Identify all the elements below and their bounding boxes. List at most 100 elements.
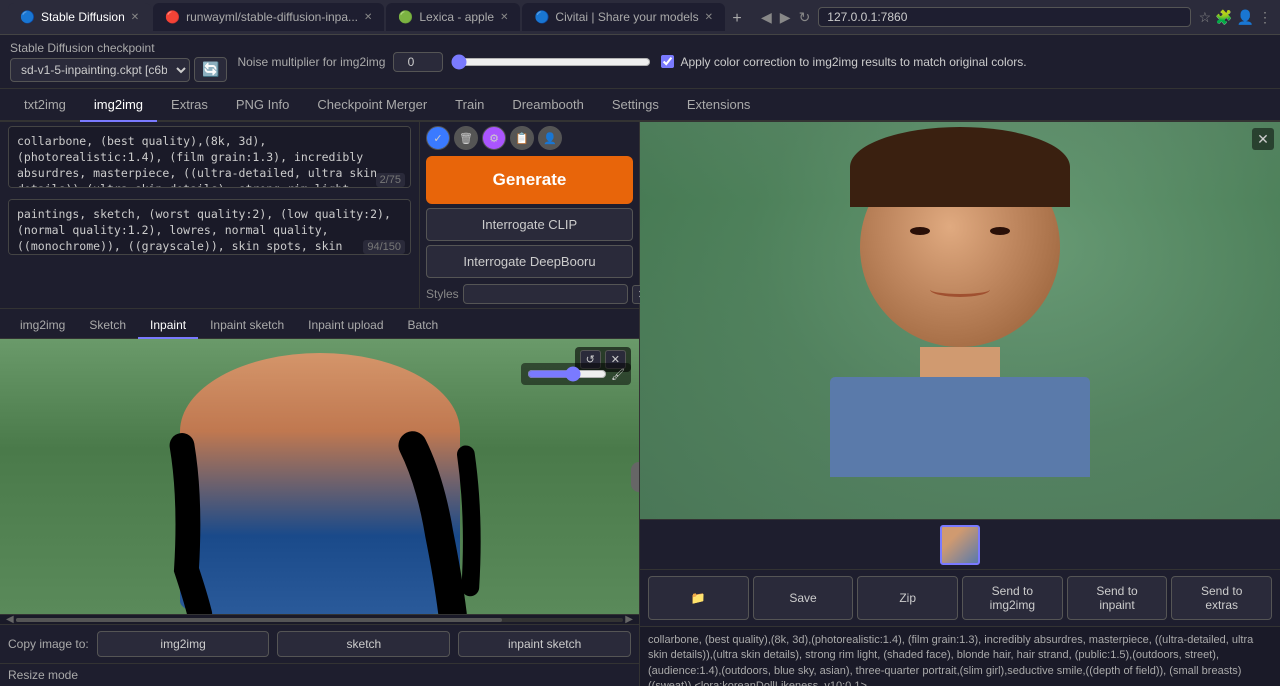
send-to-extras-button[interactable]: Send to extras bbox=[1171, 576, 1272, 620]
canvas-scrollbar: ◀ ▶ bbox=[0, 614, 639, 624]
image-tab-inpaint-upload[interactable]: Inpaint upload bbox=[296, 313, 395, 339]
zip-button[interactable]: Zip bbox=[857, 576, 958, 620]
tab-close-icon[interactable]: ✕ bbox=[131, 12, 139, 23]
send-to-extras-label: Send to extras bbox=[1184, 584, 1259, 612]
tab-civitai[interactable]: 🔵 Civitai | Share your models ✕ bbox=[522, 3, 725, 31]
style-icon-3[interactable]: ⚙ bbox=[482, 126, 506, 150]
tab-favicon-2: 🔴 bbox=[165, 10, 180, 24]
top-bar: Stable Diffusion checkpoint sd-v1-5-inpa… bbox=[0, 35, 1280, 89]
tab-favicon-3: 🟢 bbox=[398, 10, 413, 24]
tab-label: Stable Diffusion bbox=[41, 10, 125, 24]
style-icon-1[interactable]: ✓ bbox=[426, 126, 450, 150]
output-image-container: ✕ bbox=[640, 122, 1280, 519]
prompts-column: collarbone, (best quality),(8k, 3d),(pho… bbox=[0, 122, 419, 308]
brush-slider-container: 🖌 bbox=[521, 363, 631, 385]
color-correction-label: Apply color correction to img2img result… bbox=[680, 55, 1026, 69]
tab-bar: 🔵 Stable Diffusion ✕ 🔴 runwayml/stable-d… bbox=[8, 3, 747, 31]
color-correction-section: Apply color correction to img2img result… bbox=[661, 55, 1026, 69]
copy-to-sketch-button[interactable]: sketch bbox=[277, 631, 450, 657]
profile-icon[interactable]: 👤 bbox=[1237, 9, 1254, 26]
back-button[interactable]: ◀ bbox=[761, 9, 772, 26]
image-tab-batch[interactable]: Batch bbox=[396, 313, 451, 339]
resize-mode-section: Resize mode bbox=[0, 663, 639, 686]
tab-dreambooth[interactable]: Dreambooth bbox=[498, 89, 598, 122]
new-tab-button[interactable]: + bbox=[727, 7, 747, 31]
panel-resize-handle[interactable] bbox=[631, 462, 639, 492]
noise-label: Noise multiplier for img2img bbox=[237, 55, 385, 69]
tab-label-3: Lexica - apple bbox=[419, 10, 494, 24]
tab-checkpoint-merger[interactable]: Checkpoint Merger bbox=[303, 89, 441, 122]
prompt-generate-area: collarbone, (best quality),(8k, 3d),(pho… bbox=[0, 122, 639, 309]
tab-favicon: 🔵 bbox=[20, 10, 35, 24]
noise-input[interactable] bbox=[393, 52, 443, 72]
image-tab-nav: img2img Sketch Inpaint Inpaint sketch In… bbox=[0, 309, 639, 339]
tab-stable-diffusion[interactable]: 🔵 Stable Diffusion ✕ bbox=[8, 3, 151, 31]
tab-label-2: runwayml/stable-diffusion-inpa... bbox=[186, 10, 358, 24]
folder-icon: 📁 bbox=[691, 591, 706, 605]
thumbnail-strip bbox=[640, 519, 1280, 569]
send-to-img2img-button[interactable]: Send to img2img bbox=[962, 576, 1063, 620]
extensions-icon[interactable]: 🧩 bbox=[1215, 9, 1232, 26]
negative-prompt-counter: 94/150 bbox=[363, 240, 405, 254]
interrogate-deepbooru-button[interactable]: Interrogate DeepBooru bbox=[426, 245, 633, 278]
styles-label: Styles bbox=[426, 287, 459, 301]
menu-icon[interactable]: ⋮ bbox=[1258, 9, 1272, 26]
scrollbar-track[interactable] bbox=[16, 618, 624, 622]
color-correction-checkbox[interactable] bbox=[661, 55, 674, 68]
tab-close-4-icon[interactable]: ✕ bbox=[705, 12, 713, 23]
tab-close-2-icon[interactable]: ✕ bbox=[364, 12, 372, 23]
tab-png-info[interactable]: PNG Info bbox=[222, 89, 303, 122]
tab-label-4: Civitai | Share your models bbox=[555, 10, 698, 24]
save-label: Save bbox=[789, 591, 816, 605]
styles-input[interactable] bbox=[463, 284, 628, 304]
right-image-panel: ✕ 📁 Save Zip Send to img2img bbox=[640, 122, 1280, 686]
image-tab-img2img[interactable]: img2img bbox=[8, 313, 77, 339]
address-bar[interactable] bbox=[818, 7, 1190, 27]
style-icon-5[interactable]: 👤 bbox=[538, 126, 562, 150]
save-button[interactable]: Save bbox=[753, 576, 854, 620]
positive-prompt-counter: 2/75 bbox=[376, 173, 405, 187]
noise-slider[interactable] bbox=[451, 54, 651, 70]
forward-button[interactable]: ▶ bbox=[780, 9, 791, 26]
action-buttons-row: 📁 Save Zip Send to img2img Send to inpai… bbox=[640, 569, 1280, 626]
copy-to-inpaint-sketch-button[interactable]: inpaint sketch bbox=[458, 631, 631, 657]
image-tab-inpaint[interactable]: Inpaint bbox=[138, 313, 198, 339]
tab-settings[interactable]: Settings bbox=[598, 89, 673, 122]
style-icon-4[interactable]: 📋 bbox=[510, 126, 534, 150]
output-close-button[interactable]: ✕ bbox=[1252, 128, 1274, 150]
thumbnail-1[interactable] bbox=[940, 525, 980, 565]
bookmark-icon[interactable]: ☆ bbox=[1199, 9, 1212, 26]
checkpoint-select[interactable]: sd-v1-5-inpainting.ckpt [c6bbc15e32] bbox=[10, 58, 190, 82]
tab-extras[interactable]: Extras bbox=[157, 89, 222, 122]
negative-prompt-input[interactable]: paintings, sketch, (worst quality:2), (l… bbox=[8, 199, 411, 255]
resize-mode-label: Resize mode bbox=[8, 668, 78, 682]
tab-train[interactable]: Train bbox=[441, 89, 498, 122]
canvas-area[interactable]: ↺ ✕ 🖌 bbox=[0, 339, 639, 614]
tab-runwayml[interactable]: 🔴 runwayml/stable-diffusion-inpa... ✕ bbox=[153, 3, 384, 31]
tab-favicon-4: 🔵 bbox=[534, 10, 549, 24]
main-tab-nav: txt2img img2img Extras PNG Info Checkpoi… bbox=[0, 89, 1280, 122]
copy-to-section: Copy image to: img2img sketch inpaint sk… bbox=[0, 624, 639, 663]
brush-size-slider[interactable] bbox=[527, 366, 607, 382]
positive-prompt-input[interactable]: collarbone, (best quality),(8k, 3d),(pho… bbox=[8, 126, 411, 188]
style-icon-2[interactable]: 🗑 bbox=[454, 126, 478, 150]
refresh-checkpoint-button[interactable]: 🔄 bbox=[194, 57, 227, 82]
image-tab-sketch[interactable]: Sketch bbox=[77, 313, 138, 339]
send-to-inpaint-button[interactable]: Send to inpaint bbox=[1067, 576, 1168, 620]
folder-button[interactable]: 📁 bbox=[648, 576, 749, 620]
checkpoint-label: Stable Diffusion checkpoint bbox=[10, 41, 227, 55]
refresh-button[interactable]: ↻ bbox=[799, 9, 811, 26]
tab-txt2img[interactable]: txt2img bbox=[10, 89, 80, 122]
tab-img2img[interactable]: img2img bbox=[80, 89, 157, 122]
output-caption-text: collarbone, (best quality),(8k, 3d),(pho… bbox=[648, 634, 1253, 686]
generate-button[interactable]: Generate bbox=[426, 156, 633, 204]
tab-extensions[interactable]: Extensions bbox=[673, 89, 765, 122]
tab-lexica[interactable]: 🟢 Lexica - apple ✕ bbox=[386, 3, 520, 31]
tab-close-3-icon[interactable]: ✕ bbox=[500, 12, 508, 23]
image-tab-inpaint-sketch[interactable]: Inpaint sketch bbox=[198, 313, 296, 339]
copy-to-label: Copy image to: bbox=[8, 637, 89, 651]
browser-chrome: 🔵 Stable Diffusion ✕ 🔴 runwayml/stable-d… bbox=[0, 0, 1280, 35]
interrogate-clip-button[interactable]: Interrogate CLIP bbox=[426, 208, 633, 241]
noise-section: Noise multiplier for img2img bbox=[237, 52, 651, 72]
copy-to-img2img-button[interactable]: img2img bbox=[97, 631, 270, 657]
